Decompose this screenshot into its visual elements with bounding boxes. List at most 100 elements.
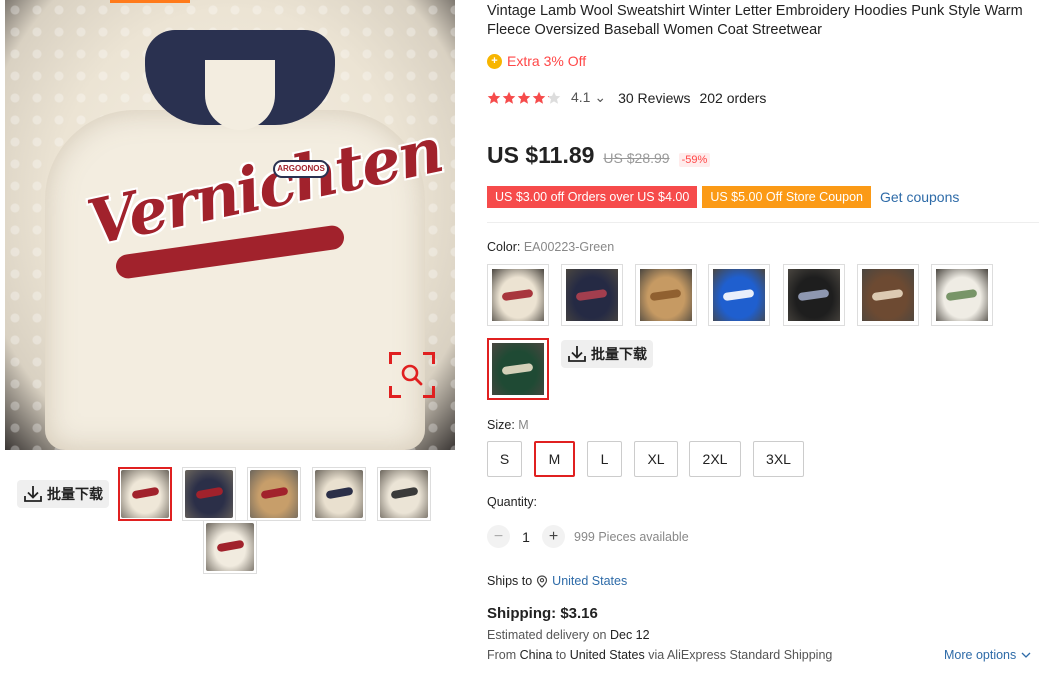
thumbnail-embroidery-closeup[interactable] [203,520,257,574]
quantity-label: Quantity: [487,495,538,509]
estimated-delivery: Estimated delivery on Dec 12 [487,628,650,642]
thumbnail-print [390,486,418,500]
color-label-text: Color: [487,240,524,254]
rating-row: 4.1 ⌄ 30 Reviews 202 orders [487,89,766,106]
zoom-button[interactable] [389,352,435,398]
embroidery-badge: ARGOONOS [273,160,329,178]
star-rating [487,91,561,105]
coupon-store[interactable]: US $5.00 Off Store Coupon [702,186,871,208]
swatch-print [501,288,535,302]
thumbnail-cream-navy-pair[interactable] [312,467,366,521]
thumbnail-print [195,486,223,500]
discount-badge: -59% [678,153,711,167]
size-option-2xl[interactable]: 2XL [689,441,741,477]
swatch-print [797,288,831,302]
swatch-image [640,269,692,321]
to-word: to [552,648,570,662]
reviews-link[interactable]: 30 Reviews [618,90,690,106]
rating-score-value: 4.1 [571,89,591,105]
swatch-image [566,269,618,321]
star-icon [547,91,561,105]
quantity-decrease-button[interactable]: − [487,525,510,548]
thumbnail-image [250,470,298,518]
star-icon [532,91,546,105]
orders-count: 202 orders [699,89,767,106]
product-title: Vintage Lamb Wool Sweatshirt Winter Lett… [487,3,1023,38]
more-options-label: More options [944,648,1017,662]
size-option-xl[interactable]: XL [634,441,678,477]
swatch-image [788,269,840,321]
extra-discount: + Extra 3% Off [487,53,586,69]
color-selected-value: EA00223-Green [523,240,615,254]
from-country: China [519,648,553,662]
extra-discount-label: Extra 3% Off [507,53,587,69]
size-option-m[interactable]: M [534,441,575,477]
color-swatch-khaki[interactable] [635,264,697,326]
swatch-image [713,269,765,321]
quantity-increase-button[interactable]: + [542,525,565,548]
ships-to-country[interactable]: United States [552,574,627,588]
size-option-s[interactable]: S [487,441,522,477]
thumbnail-image [121,470,169,518]
swatch-print [575,288,609,302]
get-coupons-link[interactable]: Get coupons [880,189,959,205]
to-country: United States [569,648,645,662]
location-pin-icon [537,574,548,588]
thumbnail-print [131,486,159,500]
size-selected-value: M [518,418,529,432]
divider [487,222,1039,223]
zoom-corner [389,386,401,398]
zoom-corner [423,386,435,398]
batch-download-label: 批量下载 [47,486,103,502]
thumbnail-navy-sweater[interactable] [182,467,236,521]
thumbnail-cream-sweater-side[interactable] [377,467,431,521]
download-icon [568,346,586,362]
batch-download-button-2[interactable]: 批量下载 [561,340,653,368]
coupon-row: US $3.00 off Orders over US $4.00 US $5.… [487,186,959,208]
thumbnail-image [315,470,363,518]
color-label: Color: EA00223-Green [487,240,614,254]
batch-download-label: 批量下载 [591,346,647,362]
more-options-link[interactable]: More options [944,648,1031,662]
shipping-method: via AliExpress Standard Shipping [644,648,833,662]
download-icon [24,486,42,502]
thumbnail-print [325,486,353,500]
size-label-text: Size: [487,418,519,432]
color-swatch-black[interactable] [783,264,845,326]
color-swatch-navy-red[interactable] [561,264,623,326]
thumbnail-print [260,486,288,500]
batch-download-button[interactable]: 批量下载 [17,480,109,508]
zoom-corner [423,352,435,364]
coupon-orders-over[interactable]: US $3.00 off Orders over US $4.00 [487,186,698,208]
main-product-image[interactable]: Vernichten ARGOONOS [5,0,455,450]
coin-icon: + [487,53,502,69]
thumbnail-image [380,470,428,518]
size-option-3xl[interactable]: 3XL [753,441,804,477]
current-price: US $11.89 [487,142,595,168]
thumbnail-cream-sweater-front[interactable] [118,467,172,521]
ships-to-row: Ships to United States [487,574,627,588]
thumbnail-image [206,523,254,571]
color-swatch-white-green[interactable] [931,264,993,326]
quantity-value[interactable]: 1 [510,529,542,545]
swatch-image [936,269,988,321]
color-swatch-blue[interactable] [708,264,770,326]
star-icon [517,91,531,105]
swatch-print [871,288,905,302]
chevron-down-icon [1021,652,1031,658]
quantity-stepper: − 1 + 999 Pieces available [487,525,689,548]
thumbnail-khaki-sweater[interactable] [247,467,301,521]
swatch-image [492,343,544,395]
stock-available: 999 Pieces available [574,529,689,544]
color-swatch-brown-stripe[interactable] [857,264,919,326]
color-swatch-green[interactable] [487,338,549,400]
rating-score[interactable]: 4.1 ⌄ [571,89,606,106]
color-swatch-cream-red[interactable] [487,264,549,326]
magnifier-icon [401,364,423,386]
thumbnail-image [185,470,233,518]
top-accent-bar [110,0,190,3]
swatch-print [649,288,683,302]
size-option-l[interactable]: L [587,441,622,477]
star-icon [502,91,516,105]
swatch-print [501,362,535,376]
